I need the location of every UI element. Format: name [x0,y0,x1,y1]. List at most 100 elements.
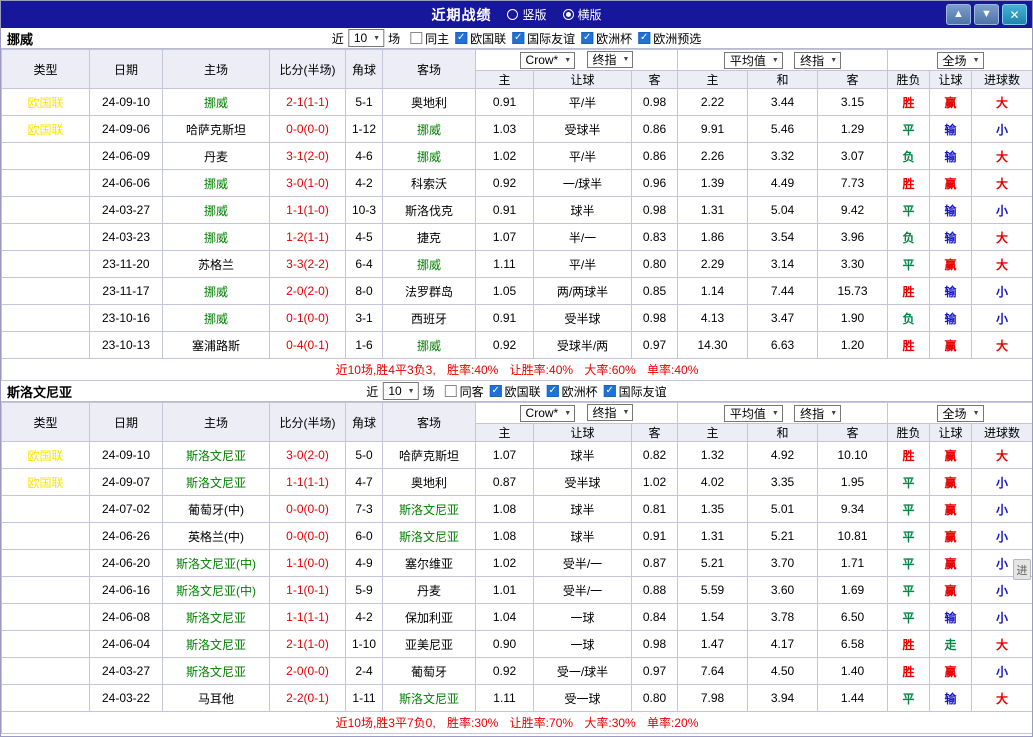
fulltime-select[interactable]: 全场 ▼ [936,51,984,69]
col-header-away: 客场 [382,49,476,89]
home-team[interactable]: 挪威 [162,88,270,116]
home-odds: 1.08 [475,522,534,550]
match-type-cell: 国际友谊 [1,630,90,658]
home-team[interactable]: 斯洛文尼亚(中) [162,576,270,604]
move-up-button[interactable]: ▲ [946,4,971,25]
away-team[interactable]: 斯洛文尼亚 [382,495,476,523]
handicap-line: 受一/球半 [533,657,632,685]
home-team[interactable]: 斯洛文尼亚(中) [162,549,270,577]
result-cell: 负 [887,142,931,170]
checkbox-icon[interactable]: ✓ [603,385,616,397]
match-row: 国际友谊 24-03-27 挪威 1-1(1-0) 10-3 斯洛伐克 0.91… [1,196,1032,224]
filter-checkbox[interactable]: ✓ 国际友谊 [603,383,667,400]
filter-checkbox[interactable]: ✓ 欧洲杯 [581,30,632,47]
match-count-select[interactable]: 10 ▼ [382,382,419,400]
final-odds-select[interactable]: 终指 ▼ [586,404,634,422]
final-odds-select[interactable]: 终指 ▼ [794,51,842,69]
away-team[interactable]: 挪威 [382,250,476,278]
away-team[interactable]: 塞尔维亚 [382,549,476,577]
match-date: 24-06-06 [89,169,163,197]
filter-checkbox[interactable]: ✓ 国际友谊 [512,30,575,47]
away-team[interactable]: 葡萄牙 [382,657,476,685]
home-team[interactable]: 斯洛文尼亚 [162,468,270,496]
filter-checkbox[interactable]: ✓ 欧国联 [489,383,541,400]
bookmaker-select[interactable]: Crow* ▼ [519,51,576,69]
side-float-tab[interactable]: 进 [1013,559,1031,580]
away-team[interactable]: 挪威 [382,331,476,359]
match-type-cell: 欧洲杯 [1,304,90,332]
away-team[interactable]: 保加利亚 [382,603,476,631]
match-count-select[interactable]: 10 ▼ [347,29,385,47]
subcol-home-odds: 主 [475,70,534,89]
result-cell: 平 [887,468,931,496]
home-team[interactable]: 挪威 [162,277,270,305]
checkbox-icon[interactable] [444,385,457,397]
checkbox-icon[interactable] [410,32,423,44]
checkbox-icon[interactable]: ✓ [455,32,468,44]
home-team[interactable]: 苏格兰 [162,250,270,278]
final-odds-select[interactable]: 终指 ▼ [586,51,634,69]
away-team[interactable]: 奥地利 [382,88,476,116]
home-team[interactable]: 马耳他 [162,684,270,712]
view-option-horizontal[interactable]: 横版 [562,6,602,23]
handicap-line: 球半 [533,495,632,523]
home-team[interactable]: 斯洛文尼亚 [162,657,270,685]
checkbox-icon[interactable]: ✓ [581,32,594,44]
result-cell: 平 [887,549,931,577]
average-select[interactable]: 平均值 ▼ [723,404,783,422]
checkbox-icon[interactable]: ✓ [489,385,502,397]
avg-draw-odds: 3.70 [747,549,818,577]
home-team[interactable]: 挪威 [162,196,270,224]
fulltime-select[interactable]: 全场 ▼ [936,404,984,422]
chevron-down-icon: ▼ [564,409,572,417]
away-team[interactable]: 哈萨克斯坦 [382,441,476,469]
radio-icon[interactable] [562,9,574,20]
away-team[interactable]: 斯洛文尼亚 [382,522,476,550]
home-team[interactable]: 斯洛文尼亚 [162,441,270,469]
home-team[interactable]: 挪威 [162,169,270,197]
checkbox-icon[interactable]: ✓ [638,32,651,44]
home-team[interactable]: 丹麦 [162,142,270,170]
chevron-down-icon: ▼ [407,387,415,395]
handicap-line: 受球半/两 [533,331,632,359]
away-team[interactable]: 捷克 [382,223,476,251]
subcol-result: 胜负 [887,70,931,89]
away-team[interactable]: 斯洛文尼亚 [382,684,476,712]
view-option-vertical[interactable]: 竖版 [507,6,547,23]
home-team[interactable]: 英格兰(中) [162,522,270,550]
average-select[interactable]: 平均值 ▼ [723,51,783,69]
home-team[interactable]: 哈萨克斯坦 [162,115,270,143]
home-team[interactable]: 挪威 [162,223,270,251]
close-button[interactable]: ✕ [1002,4,1027,25]
checkbox-label: 同客 [459,384,484,399]
home-team[interactable]: 葡萄牙(中) [162,495,270,523]
home-team[interactable]: 挪威 [162,304,270,332]
away-team[interactable]: 科索沃 [382,169,476,197]
checkbox-icon[interactable]: ✓ [546,385,559,397]
home-team[interactable]: 斯洛文尼亚 [162,603,270,631]
away-team[interactable]: 挪威 [382,142,476,170]
move-down-button[interactable]: ▼ [974,4,999,25]
away-team[interactable]: 西班牙 [382,304,476,332]
away-team[interactable]: 斯洛伐克 [382,196,476,224]
away-team[interactable]: 奥地利 [382,468,476,496]
checkbox-label: 同主 [425,31,450,46]
final-odds-select[interactable]: 终指 ▼ [794,404,842,422]
home-team[interactable]: 塞浦路斯 [162,331,270,359]
handicap-result-cell: 赢 [929,495,973,523]
corner-cell: 7-3 [345,495,383,523]
filter-checkbox[interactable]: 同客 [444,383,484,400]
home-team[interactable]: 斯洛文尼亚 [162,630,270,658]
checkbox-icon[interactable]: ✓ [512,32,525,44]
filter-checkbox[interactable]: ✓ 欧洲杯 [546,383,598,400]
bookmaker-select[interactable]: Crow* ▼ [519,404,576,422]
away-team[interactable]: 挪威 [382,115,476,143]
filter-checkbox[interactable]: ✓ 欧洲预选 [638,30,701,47]
away-team[interactable]: 法罗群岛 [382,277,476,305]
radio-icon[interactable] [507,9,519,20]
away-team[interactable]: 亚美尼亚 [382,630,476,658]
score-cell: 1-1(1-1) [269,603,346,631]
filter-checkbox[interactable]: 同主 [410,30,449,47]
away-team[interactable]: 丹麦 [382,576,476,604]
filter-checkbox[interactable]: ✓ 欧国联 [455,30,506,47]
